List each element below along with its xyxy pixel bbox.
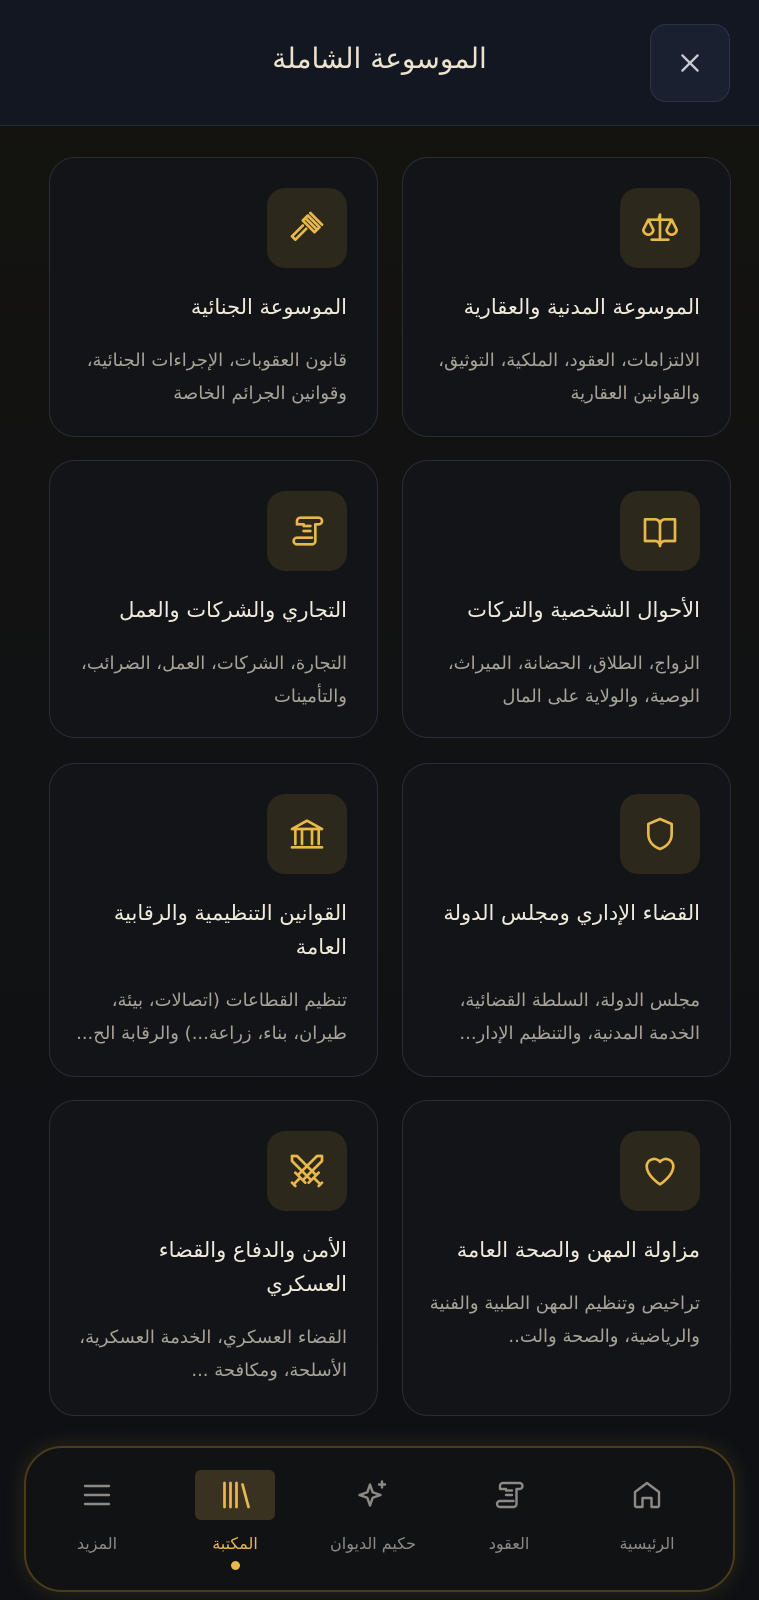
card-title: الموسوعة الجنائية [190, 295, 347, 319]
nav-item-home[interactable]: الرئيسية [572, 1470, 722, 1580]
library-icon [223, 1481, 250, 1509]
page-title: الموسوعة الشاملة [272, 42, 487, 75]
card-description: الزواج، الطلاق، الحضانة، الميراث، الوصية… [447, 653, 700, 707]
category-card-criminal[interactable]: الموسوعة الجنائية قانون العقوبات، الإجرا… [49, 157, 378, 437]
card-description: الالتزامات، العقود، الملكية، التوثيق، وا… [438, 350, 700, 404]
category-card-regulatory[interactable]: القوانين التنظيمية والرقابية العامة تنظي… [49, 763, 378, 1077]
nav-item-library[interactable]: المكتبة [160, 1470, 310, 1580]
card-description: مجلس الدولة، السلطة القضائية، الخدمة الم… [459, 990, 700, 1044]
nav-label: حكيم الديوان [330, 1534, 416, 1553]
card-icon-box [620, 188, 700, 268]
scales-icon [642, 213, 678, 241]
card-icon-box [267, 1131, 347, 1211]
card-icon-box [620, 1131, 700, 1211]
card-icon-box [620, 794, 700, 874]
close-icon [681, 54, 699, 72]
category-card-civil[interactable]: الموسوعة المدنية والعقارية الالتزامات، ا… [402, 157, 731, 437]
card-description: تنظيم القطاعات (اتصالات، بيئة، طيران، بن… [76, 990, 347, 1044]
nav-icon-wrap [607, 1470, 687, 1520]
category-card-commercial[interactable]: التجاري والشركات والعمل التجارة، الشركات… [49, 460, 378, 738]
card-title: مزاولة المهن والصحة العامة [456, 1238, 700, 1262]
nav-icon-wrap [469, 1470, 549, 1520]
category-card-administrative[interactable]: القضاء الإداري ومجلس الدولة مجلس الدولة،… [402, 763, 731, 1077]
nav-icon-wrap [57, 1470, 137, 1520]
card-icon-box [267, 491, 347, 571]
scroll-icon [292, 516, 324, 546]
nav-item-more[interactable]: المزيد [22, 1470, 172, 1580]
nav-label: المزيد [76, 1534, 118, 1553]
scroll-icon [495, 1481, 524, 1509]
gavel-icon [290, 211, 324, 241]
card-icon-box [267, 794, 347, 874]
card-icon-box [267, 188, 347, 268]
card-title: الموسوعة المدنية والعقارية [463, 295, 700, 319]
nav-label: العقود [488, 1534, 530, 1553]
close-button[interactable] [650, 24, 730, 102]
active-indicator-dot [230, 1561, 240, 1570]
menu-icon [83, 1484, 111, 1506]
crossed-swords-icon [290, 1154, 324, 1188]
header-bar: الموسوعة الشاملة [0, 0, 759, 126]
nav-icon-wrap [195, 1470, 275, 1520]
encyclopedia-page: الموسوعة الشاملة الموسوعة المدنية والعقا… [0, 0, 759, 1600]
book-icon [643, 518, 677, 548]
card-description: القضاء العسكري، الخدمة العسكرية، الأسلحة… [79, 1327, 347, 1381]
home-icon [633, 1481, 661, 1509]
card-title: التجاري والشركات والعمل [119, 598, 347, 622]
card-description: قانون العقوبات، الإجراءات الجنائية، وقوا… [86, 350, 347, 404]
bottom-navigation: الرئيسية العقود حكيم الديوان المكتبة الم… [24, 1446, 735, 1592]
card-title: الأمن والدفاع والقضاء العسكري [158, 1238, 347, 1296]
card-description: التجارة، الشركات، العمل، الضرائب، والتأم… [81, 653, 347, 707]
card-icon-box [620, 491, 700, 571]
nav-icon-wrap [333, 1470, 413, 1520]
card-title: الأحوال الشخصية والتركات [467, 598, 700, 622]
nav-item-hakim[interactable]: حكيم الديوان [298, 1470, 448, 1580]
shield-icon [647, 817, 673, 851]
card-title: القضاء الإداري ومجلس الدولة [443, 901, 700, 925]
nav-item-contracts[interactable]: العقود [434, 1470, 584, 1580]
category-card-security[interactable]: الأمن والدفاع والقضاء العسكري القضاء الع… [49, 1100, 378, 1416]
card-description: تراخيص وتنظيم المهن الطبية والفنية والري… [429, 1293, 700, 1347]
nav-label: المكتبة [212, 1534, 258, 1553]
card-title: القوانين التنظيمية والرقابية العامة [113, 901, 347, 959]
nav-label: الرئيسية [619, 1534, 675, 1553]
institution-icon [290, 819, 324, 849]
category-card-personal-status[interactable]: الأحوال الشخصية والتركات الزواج، الطلاق،… [402, 460, 731, 738]
sparkles-icon [358, 1480, 387, 1507]
category-card-professions[interactable]: مزاولة المهن والصحة العامة تراخيص وتنظيم… [402, 1100, 731, 1416]
heart-icon [645, 1157, 675, 1186]
